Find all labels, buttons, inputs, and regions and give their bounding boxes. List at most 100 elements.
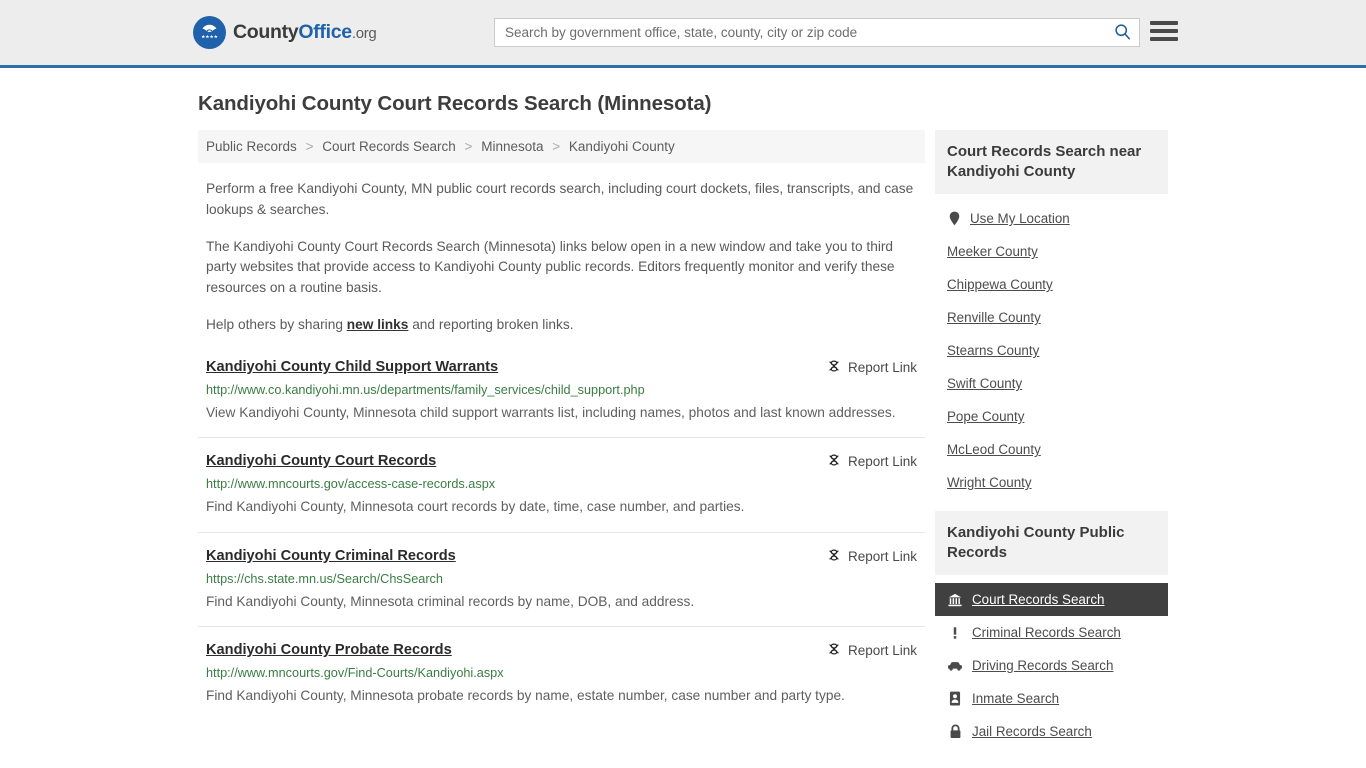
sidebar-item-meeker-county[interactable]: Meeker County [935,235,1168,268]
breadcrumb-separator: > [552,139,561,154]
county-link-label[interactable]: Stearns County [947,343,1039,358]
county-link-label[interactable]: Meeker County [947,244,1038,259]
report-link-button[interactable]: Report Link [827,358,917,376]
nav-item-label[interactable]: Driving Records Search [972,658,1113,673]
public-records-panel: Kandiyohi County Public Records Court Re… [935,511,1168,748]
sidebar-item-stearns-county[interactable]: Stearns County [935,334,1168,367]
result-url: https://chs.state.mn.us/Search/ChsSearch [206,571,443,586]
broken-link-icon [827,642,841,659]
sidebar-item-mcleod-county[interactable]: McLeod County [935,433,1168,466]
report-link-button[interactable]: Report Link [827,452,917,470]
site-logo[interactable]: CountyOffice.org [193,16,377,49]
result-url: http://www.co.kandiyohi.mn.us/department… [206,382,645,397]
report-link-button[interactable]: Report Link [827,547,917,565]
report-link-label: Report Link [847,454,917,470]
result-item: Kandiyohi County Probate Records Report … [198,641,925,720]
sidebar-item-criminal-records-search[interactable]: Criminal Records Search [935,616,1168,649]
search-icon [1114,23,1131,43]
logo-text-county: County [233,21,299,43]
sidebar-item-wright-county[interactable]: Wright County [935,466,1168,499]
use-my-location-label[interactable]: Use My Location [970,211,1070,226]
logo-text-tld: .org [351,25,377,42]
result-item: Kandiyohi County Court Records Report Li… [198,452,925,533]
result-url: http://www.mncourts.gov/Find-Courts/Kand… [206,665,504,680]
intro-paragraph-2: The Kandiyohi County Court Records Searc… [206,238,895,296]
use-my-location-row[interactable]: Use My Location [935,202,1168,235]
sidebar-item-renville-county[interactable]: Renville County [935,301,1168,334]
result-header: Kandiyohi County Probate Records Report … [206,641,917,660]
report-link-label: Report Link [847,548,917,564]
sidebar-item-jail-records-search[interactable]: Jail Records Search [935,715,1168,748]
result-header: Kandiyohi County Criminal Records Report… [206,547,917,566]
intro-text-before-link: Help others by sharing [206,317,347,333]
breadcrumb-item-kandiyohi-county[interactable]: Kandiyohi County [569,139,675,154]
public-records-nav: Court Records Search Criminal Records Se… [935,575,1168,748]
nav-item-label[interactable]: Jail Records Search [972,724,1092,739]
result-header: Kandiyohi County Court Records Report Li… [206,452,917,471]
lock-icon [947,724,963,739]
search-button[interactable] [1105,19,1139,46]
nav-item-label[interactable]: Inmate Search [972,691,1059,706]
result-title-link[interactable]: Kandiyohi County Court Records [206,452,436,471]
sidebar-item-pope-county[interactable]: Pope County [935,400,1168,433]
result-description: View Kandiyohi County, Minnesota child s… [206,405,896,421]
county-link-label[interactable]: McLeod County [947,442,1041,457]
result-url: http://www.mncourts.gov/access-case-reco… [206,477,496,492]
nearby-counties-panel: Court Records Search near Kandiyohi Coun… [935,130,1168,503]
sidebar-item-chippewa-county[interactable]: Chippewa County [935,268,1168,301]
sidebar-item-inmate-search[interactable]: Inmate Search [935,682,1168,715]
breadcrumb-item-public-records[interactable]: Public Records [206,139,297,154]
result-item: Kandiyohi County Child Support Warrants … [198,358,925,439]
broken-link-icon [827,548,841,565]
breadcrumb-item-court-records-search[interactable]: Court Records Search [322,139,456,154]
logo-text-office: Office [298,21,352,43]
county-link-label[interactable]: Swift County [947,376,1022,391]
result-description: Find Kandiyohi County, Minnesota crimina… [206,593,695,609]
county-link-label[interactable]: Renville County [947,310,1041,325]
breadcrumb-item-minnesota[interactable]: Minnesota [481,139,543,154]
county-link-label[interactable]: Pope County [947,409,1024,424]
sidebar-item-swift-county[interactable]: Swift County [935,367,1168,400]
result-item: Kandiyohi County Criminal Records Report… [198,547,925,627]
sidebar-item-court-records-search[interactable]: Court Records Search [935,583,1168,616]
result-title-link[interactable]: Kandiyohi County Child Support Warrants [206,358,498,377]
site-header: CountyOffice.org [0,0,1366,68]
intro-text: Perform a free Kandiyohi County, MN publ… [198,179,925,336]
map-pin-icon [947,211,962,226]
id-card-icon [947,691,963,706]
results-list: Kandiyohi County Child Support Warrants … [198,358,925,720]
search-bar [494,18,1140,47]
county-link-label[interactable]: Wright County [947,475,1032,490]
nav-item-label[interactable]: Court Records Search [972,592,1104,607]
report-link-button[interactable]: Report Link [827,641,917,659]
content-columns: Public Records > Court Records Search > … [198,130,1176,756]
broken-link-icon [827,359,841,376]
report-link-label: Report Link [847,359,917,375]
car-icon [947,659,963,673]
page-title: Kandiyohi County Court Records Search (M… [198,92,712,115]
eagle-seal-icon [193,16,226,49]
search-input[interactable] [495,19,1105,46]
intro-text-after-link: and reporting broken links. [408,317,574,333]
exclamation-icon [947,626,963,640]
nearby-counties-list: Use My Location Meeker County Chippewa C… [935,194,1168,503]
courthouse-icon [947,593,963,607]
hamburger-bar [1150,29,1178,33]
breadcrumb: Public Records > Court Records Search > … [198,130,925,163]
hamburger-menu-icon[interactable] [1150,18,1178,44]
hamburger-bar [1150,37,1178,41]
sidebar-item-driving-records-search[interactable]: Driving Records Search [935,649,1168,682]
nav-item-label[interactable]: Criminal Records Search [972,625,1121,640]
result-description: Find Kandiyohi County, Minnesota court r… [206,499,745,515]
new-links-link[interactable]: new links [347,317,409,332]
site-logo-text: CountyOffice.org [233,21,377,44]
result-title-link[interactable]: Kandiyohi County Criminal Records [206,547,456,566]
breadcrumb-separator: > [464,139,473,154]
nearby-counties-heading: Court Records Search near Kandiyohi Coun… [935,130,1168,194]
report-link-label: Report Link [847,642,917,658]
result-title-link[interactable]: Kandiyohi County Probate Records [206,641,452,660]
county-link-label[interactable]: Chippewa County [947,277,1053,292]
public-records-heading: Kandiyohi County Public Records [935,511,1168,575]
sidebar: Court Records Search near Kandiyohi Coun… [935,130,1168,756]
broken-link-icon [827,453,841,470]
